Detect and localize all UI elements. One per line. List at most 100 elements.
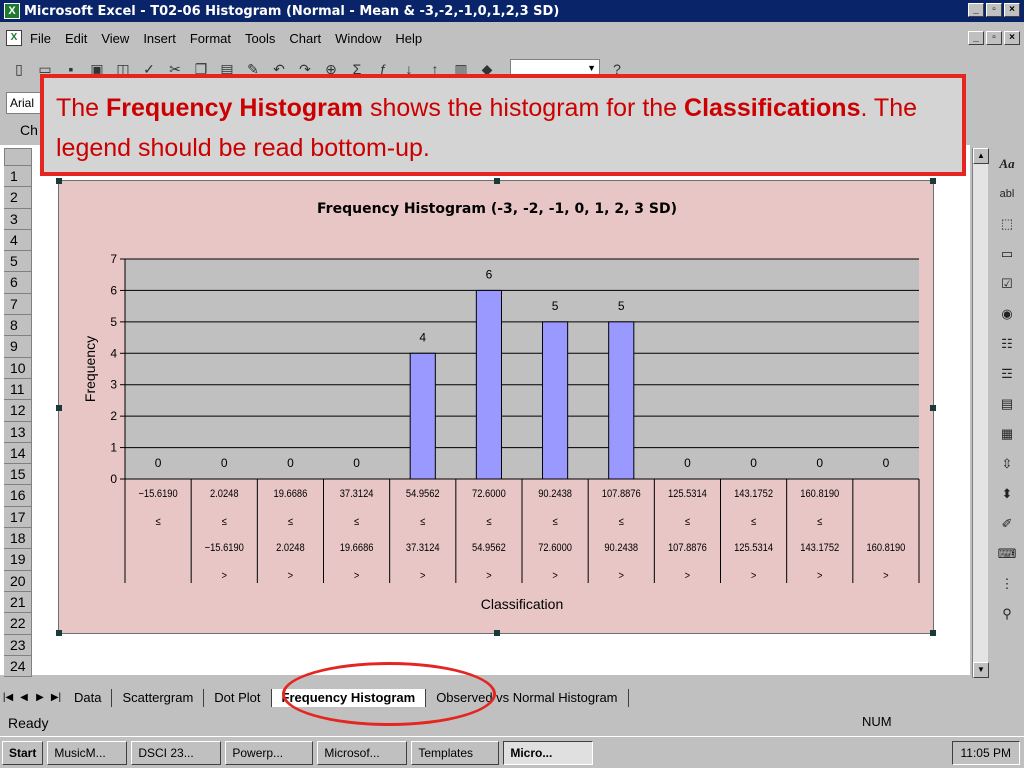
row-header[interactable]: 24 [4,655,32,678]
row-header[interactable]: 14 [4,442,32,465]
row-header[interactable]: 11 [4,378,32,401]
edit-box-icon[interactable]: abl [997,184,1017,204]
workbook-icon[interactable]: X [6,30,22,46]
row-header[interactable]: 7 [4,293,32,316]
data-label: 0 [684,456,691,470]
menu-edit[interactable]: Edit [65,31,87,46]
resize-handle[interactable] [56,630,62,636]
tab-data[interactable]: Data [64,689,113,707]
menu-window[interactable]: Window [335,31,381,46]
combo-list-edit-icon[interactable]: ▤ [997,394,1017,414]
row-header[interactable]: 13 [4,421,32,443]
tab-dot-plot[interactable]: Dot Plot [204,689,272,707]
category-label: 107.8876 [602,488,641,500]
y-tick-label: 7 [110,252,117,266]
spinner-icon[interactable]: ⬍ [997,484,1017,504]
menu-format[interactable]: Format [190,31,231,46]
start-button[interactable]: Start [2,740,44,765]
resize-handle[interactable] [930,405,936,411]
name-box[interactable]: Ch [20,122,38,138]
menu-bar: X File Edit View Insert Format Tools Cha… [0,26,1024,50]
row-header[interactable]: 6 [4,272,32,294]
histogram-bar [608,321,635,480]
last-sheet-icon[interactable]: ▶| [48,690,64,706]
row-header[interactable]: 1 [4,166,32,188]
menu-help[interactable]: Help [395,31,422,46]
category-label: −15.6190 [138,488,177,500]
scroll-down-icon[interactable]: ▼ [973,662,989,678]
vertical-scrollbar[interactable]: ▲ ▼ [972,148,989,678]
scroll-bar-icon[interactable]: ⇳ [997,454,1017,474]
row-header[interactable]: 16 [4,485,32,507]
resize-handle[interactable] [56,405,62,411]
label-icon[interactable]: Aa [997,154,1017,174]
row-header[interactable]: 22 [4,613,32,635]
toggle-grid-icon[interactable]: ⋮ [997,574,1017,594]
control-properties-icon[interactable]: ✐ [997,514,1017,534]
menu-insert[interactable]: Insert [143,31,176,46]
checkbox-icon[interactable]: ☑ [997,274,1017,294]
row-header[interactable]: 2 [4,187,32,209]
workbook-close-button[interactable]: × [1004,31,1020,45]
resize-handle[interactable] [494,630,500,636]
new-icon[interactable]: ▯ [10,60,28,78]
row-header[interactable]: 19 [4,549,32,571]
taskbar: Start MusicM... DSCI 23... Powerp... Mic… [0,736,1024,768]
scroll-up-icon[interactable]: ▲ [973,148,989,164]
row-header[interactable]: 10 [4,357,32,379]
callout-text-2: shows the histogram for the [363,94,685,122]
menu-chart[interactable]: Chart [289,31,321,46]
taskbar-item[interactable]: DSCI 23... [131,740,222,765]
row-header[interactable]: 9 [4,336,32,358]
taskbar-item[interactable]: MusicM... [47,740,128,765]
edit-code-icon[interactable]: ⌨ [997,544,1017,564]
menu-file[interactable]: File [30,31,51,46]
row-header[interactable]: 18 [4,528,32,550]
select-all-corner[interactable] [4,148,32,166]
button-icon[interactable]: ▭ [997,244,1017,264]
close-button[interactable]: × [1004,3,1020,17]
row-header[interactable]: 4 [4,229,32,252]
group-box-icon[interactable]: ⬚ [997,214,1017,234]
row-header[interactable]: 15 [4,464,32,486]
data-label: 0 [816,456,823,470]
row-header[interactable]: 5 [4,251,32,273]
menu-tools[interactable]: Tools [245,31,275,46]
taskbar-item[interactable]: Powerp... [225,740,314,765]
row-header[interactable]: 12 [4,400,32,422]
resize-handle[interactable] [56,178,62,184]
run-dialog-icon[interactable]: ⚲ [997,604,1017,624]
restore-button[interactable]: ▫ [986,3,1002,17]
taskbar-item[interactable]: Templates [411,740,500,765]
excel-icon[interactable]: X [4,3,20,19]
row-header[interactable]: 21 [4,591,32,614]
tab-scattergram[interactable]: Scattergram [112,689,205,707]
status-text: Ready [8,715,49,731]
taskbar-item[interactable]: Microsof... [317,740,408,765]
taskbar-item-active[interactable]: Micro... [503,740,594,765]
combo-box-icon[interactable]: ☲ [997,364,1017,384]
resize-handle[interactable] [930,630,936,636]
first-sheet-icon[interactable]: |◀ [0,690,16,706]
option-button-icon[interactable]: ◉ [997,304,1017,324]
callout-bold-2: Classifications [684,94,861,122]
row-header[interactable]: 8 [4,315,32,337]
row-header[interactable]: 23 [4,634,32,656]
row-header[interactable]: 17 [4,506,32,529]
next-sheet-icon[interactable]: ▶ [32,690,48,706]
resize-handle[interactable] [930,178,936,184]
workbook-restore-button[interactable]: ▫ [986,31,1002,45]
category-label: > [619,570,624,582]
minimize-button[interactable]: _ [968,3,984,17]
category-label: 2.0248 [210,488,239,500]
list-box-icon[interactable]: ☷ [997,334,1017,354]
row-header[interactable]: 3 [4,208,32,230]
resize-handle[interactable] [494,178,500,184]
data-label: 0 [221,456,228,470]
menu-view[interactable]: View [101,31,129,46]
row-header[interactable]: 20 [4,570,32,592]
prev-sheet-icon[interactable]: ◀ [16,690,32,706]
workbook-minimize-button[interactable]: _ [968,31,984,45]
combo-dropdown-edit-icon[interactable]: ▦ [997,424,1017,444]
frequency-histogram-chart[interactable]: Frequency Histogram (-3, -2, -1, 0, 1, 2… [56,178,936,636]
